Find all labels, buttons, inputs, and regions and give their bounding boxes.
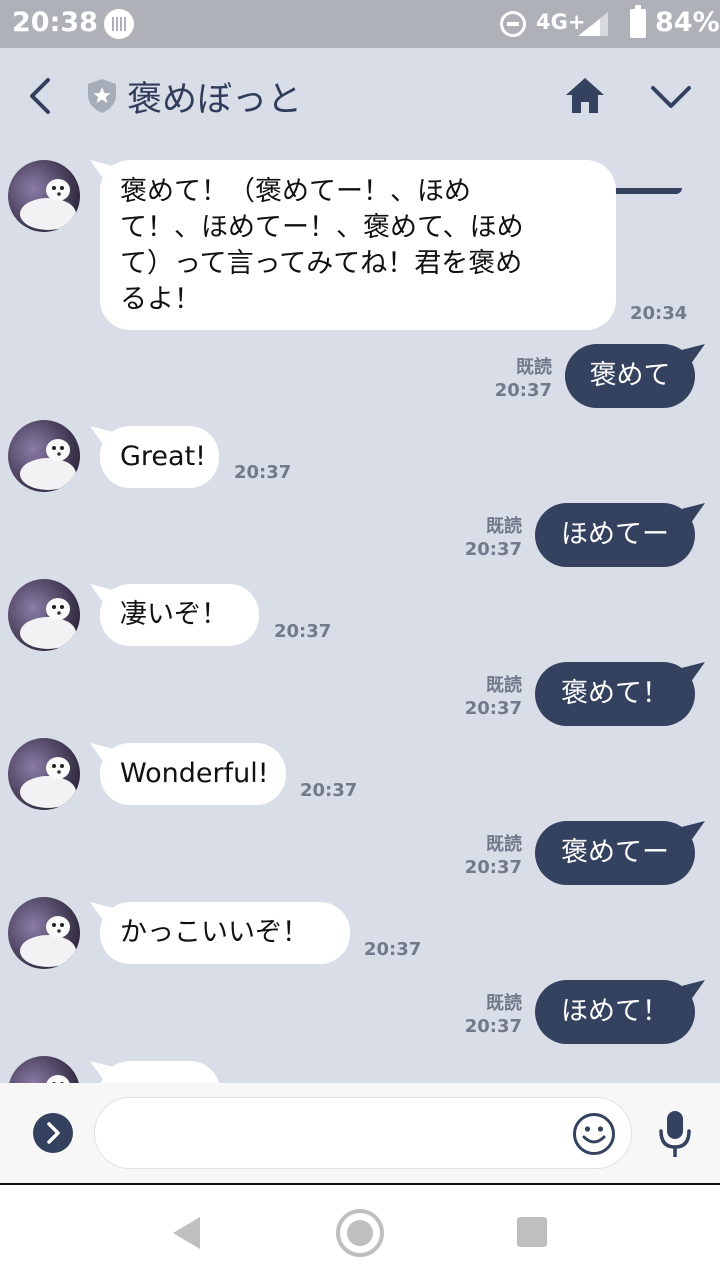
battery-percent: 84%: [655, 7, 720, 38]
message-time: 20:37: [464, 539, 522, 560]
message-bubble[interactable]: [100, 1061, 220, 1083]
home-icon[interactable]: [563, 74, 607, 118]
message-bubble[interactable]: 褒めて！: [535, 662, 695, 726]
message-bubble[interactable]: ほめて！: [535, 980, 695, 1044]
read-status: 既読: [486, 516, 522, 537]
status-bar: 20:38 4G+ 84%: [0, 0, 720, 48]
avatar[interactable]: [8, 160, 80, 232]
message-time: 20:37: [494, 380, 552, 401]
message-time: 20:37: [300, 780, 358, 801]
back-triangle-icon[interactable]: [170, 1215, 204, 1251]
chat-area[interactable]: 褒めて！（褒めてー！、ほめ て！、ほめてー！、褒めて、ほめ て）って言ってみてね…: [0, 146, 720, 1083]
message-meta: 既読 20:37: [450, 515, 522, 561]
message-line: て）って言ってみてね！君を褒め: [120, 248, 523, 279]
message-line: るよ！: [120, 284, 201, 315]
message-meta: 既読 20:37: [480, 356, 552, 402]
chevron-left-icon[interactable]: [22, 76, 62, 116]
read-status: 既読: [486, 675, 522, 696]
message-time: 20:37: [464, 857, 522, 878]
message-bubble[interactable]: Great!: [100, 426, 219, 488]
system-nav-bar: [0, 1185, 720, 1280]
chat-header: 褒めぼっと: [0, 48, 720, 194]
chevron-right-icon[interactable]: [33, 1113, 73, 1153]
message-time: 20:37: [274, 621, 332, 642]
message-bubble[interactable]: 褒めて！（褒めてー！、ほめ て！、ほめてー！、褒めて、ほめ て）って言ってみてね…: [100, 160, 616, 330]
chevron-down-icon[interactable]: [648, 80, 694, 116]
avatar[interactable]: [8, 579, 80, 651]
chat-title: 褒めぼっと: [127, 80, 303, 120]
message-line: て！、ほめてー！、褒めて、ほめ: [120, 212, 524, 243]
message-meta: 既読 20:37: [450, 992, 522, 1038]
message-input-bar: [0, 1083, 720, 1185]
read-status: 既読: [486, 834, 522, 855]
avatar[interactable]: [8, 897, 80, 969]
read-status: 既読: [516, 357, 552, 378]
battery-icon: [630, 5, 646, 38]
shield-star-icon: [88, 79, 116, 113]
message-bubble[interactable]: 凄いぞ！: [100, 584, 259, 646]
message-time: 20:37: [234, 462, 292, 483]
message-bubble[interactable]: 褒めて: [565, 344, 695, 408]
avatar[interactable]: [8, 420, 80, 492]
message-time: 20:37: [464, 1016, 522, 1037]
recent-apps-icon[interactable]: [517, 1217, 547, 1247]
signal-icon: [578, 12, 608, 36]
message-time: 20:34: [630, 303, 688, 324]
status-time: 20:38: [12, 7, 98, 38]
message-line: 褒めて！（褒めてー！、ほめ: [120, 176, 471, 207]
do-not-disturb-icon: [500, 11, 526, 37]
message-bubble[interactable]: ほめてー: [535, 503, 695, 567]
message-time: 20:37: [364, 939, 422, 960]
smiley-icon[interactable]: [572, 1112, 616, 1156]
message-bubble[interactable]: Wonderful!: [100, 743, 286, 805]
message-meta: 既読 20:37: [450, 833, 522, 879]
microphone-icon[interactable]: [657, 1109, 693, 1159]
avatar[interactable]: [8, 738, 80, 810]
message-bubble[interactable]: 褒めてー: [535, 821, 695, 885]
avatar[interactable]: [8, 1056, 80, 1083]
notification-icon: [104, 9, 134, 39]
message-bubble[interactable]: かっこいいぞ！: [100, 902, 350, 964]
read-status: 既読: [486, 993, 522, 1014]
message-meta: 既読 20:37: [450, 674, 522, 720]
message-time: 20:37: [464, 698, 522, 719]
message-input[interactable]: [94, 1097, 632, 1169]
home-circle-icon[interactable]: [336, 1209, 384, 1257]
